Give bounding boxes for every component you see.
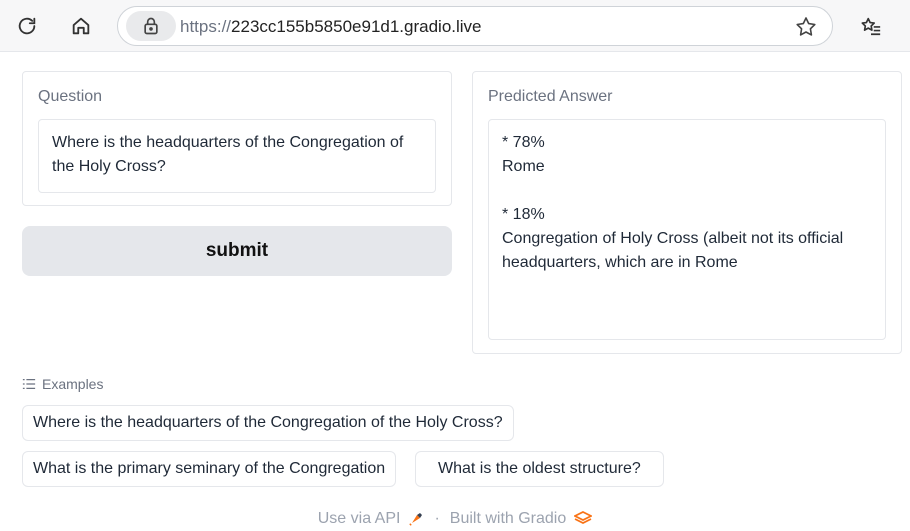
gradio-logo-icon	[574, 511, 593, 525]
examples-header: Examples	[22, 376, 103, 392]
footer: Use via API · Built with Gradio	[0, 510, 910, 528]
submit-button[interactable]: submit	[22, 226, 452, 276]
built-with-gradio-link[interactable]: Built with Gradio	[450, 510, 593, 528]
browser-toolbar: https://223cc155b5850e91d1.gradio.live	[0, 0, 910, 52]
question-input[interactable]: Where is the headquarters of the Congreg…	[38, 119, 436, 193]
bookmark-star-icon[interactable]	[794, 15, 818, 39]
answer-output[interactable]: * 78% Rome * 18% Congregation of Holy Cr…	[488, 119, 886, 340]
url-host: 223cc155b5850e91d1.gradio.live	[231, 17, 482, 36]
example-item-1[interactable]: Where is the headquarters of the Congreg…	[22, 405, 514, 441]
use-via-api-link[interactable]: Use via API	[318, 510, 425, 528]
reload-icon[interactable]	[9, 8, 45, 44]
url-text[interactable]: https://223cc155b5850e91d1.gradio.live	[180, 17, 482, 37]
answer-label: Predicted Answer	[488, 88, 613, 105]
question-label: Question	[38, 88, 103, 105]
favorites-icon[interactable]	[853, 8, 889, 44]
examples-heading: Examples	[42, 376, 104, 392]
rocket-icon	[409, 513, 423, 526]
use-via-api-label: Use via API	[317, 510, 401, 527]
example-item-2[interactable]: What is the primary seminary of the Cong…	[22, 451, 397, 487]
built-with-gradio-label: Built with Gradio	[449, 510, 567, 527]
answer-panel: Predicted Answer * 78% Rome * 18% Congre…	[472, 71, 902, 354]
footer-separator: ·	[434, 510, 440, 527]
url-scheme: https://	[180, 17, 232, 36]
home-icon[interactable]	[63, 8, 99, 44]
list-icon	[22, 379, 36, 389]
question-panel: Question Where is the headquarters of th…	[22, 71, 452, 206]
example-item-3[interactable]: What is the oldest structure?	[415, 451, 664, 487]
site-info-icon[interactable]	[126, 11, 176, 41]
address-bar[interactable]: https://223cc155b5850e91d1.gradio.live	[117, 6, 833, 46]
